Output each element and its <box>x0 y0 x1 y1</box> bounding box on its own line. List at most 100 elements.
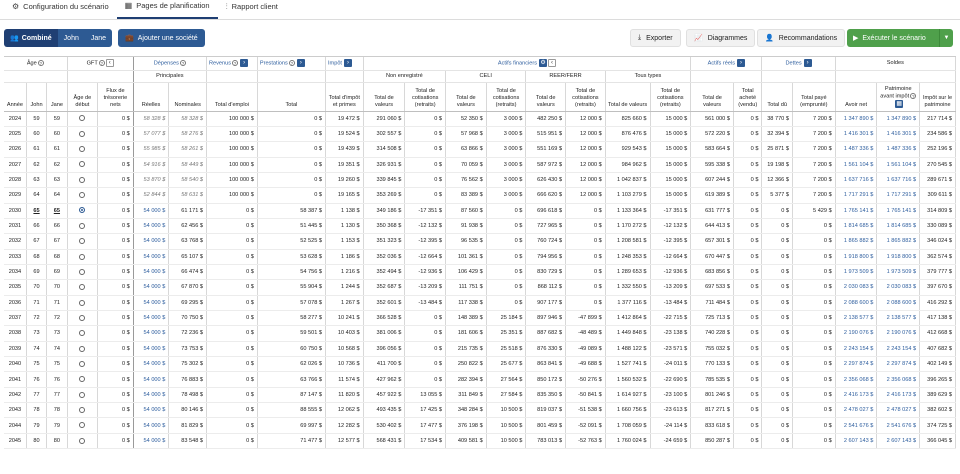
tab-client-report[interactable]: ⫶ Rapport client <box>218 0 286 19</box>
radio-icon[interactable] <box>79 222 86 229</box>
expand-icon[interactable]: › <box>803 59 812 67</box>
start-age-radio[interactable] <box>67 310 99 327</box>
radio-icon[interactable] <box>79 314 86 321</box>
start-age-radio[interactable] <box>67 141 99 158</box>
expand-icon[interactable]: › <box>344 59 352 67</box>
start-age-radio[interactable] <box>67 233 99 250</box>
start-age-radio[interactable] <box>67 295 99 311</box>
person-john-button[interactable]: John <box>57 29 85 47</box>
tax-header[interactable]: Impôt › <box>325 57 364 71</box>
collapse-icon[interactable]: ‹ <box>105 59 114 67</box>
charts-button[interactable]: 📈 Diagrammes <box>686 29 756 47</box>
start-age-radio[interactable] <box>67 356 99 373</box>
start-age-radio[interactable] <box>67 249 99 265</box>
expand-icon[interactable]: › <box>737 59 746 67</box>
table-cell: 54 000 $ <box>133 433 170 450</box>
start-age-radio[interactable] <box>67 433 99 450</box>
real-assets-header[interactable]: Actifs réels › <box>690 57 763 71</box>
radio-icon[interactable] <box>79 330 86 337</box>
expand-icon[interactable]: › <box>240 59 249 67</box>
radio-icon[interactable] <box>79 299 86 306</box>
start-age-radio[interactable] <box>67 279 99 296</box>
table-cell: -49 089 $ <box>565 341 606 358</box>
radio-icon[interactable] <box>79 176 86 183</box>
table-cell: 69 <box>26 264 48 281</box>
radio-icon[interactable] <box>79 406 86 413</box>
calculator-icon[interactable]: ▦ <box>895 100 904 109</box>
col-jane: Jane <box>46 82 68 112</box>
radio-icon[interactable] <box>79 192 86 199</box>
tab-configuration[interactable]: ⚙ Configuration du scénario <box>4 0 117 19</box>
start-age-radio[interactable] <box>67 371 99 388</box>
table-cell: 100 000 $ <box>206 157 258 173</box>
table-cell: 830 729 $ <box>525 264 567 281</box>
tab-planning-pages[interactable]: ▦ Pages de planification <box>116 0 218 19</box>
start-age-radio[interactable] <box>67 402 99 419</box>
chevron-down-icon[interactable]: ▼ <box>939 29 953 47</box>
radio-icon[interactable] <box>79 360 86 367</box>
radio-icon[interactable] <box>79 422 86 429</box>
table-cell: 51 445 $ <box>257 218 327 235</box>
table-cell: 63 766 $ <box>257 371 327 388</box>
start-age-radio[interactable] <box>67 387 99 404</box>
radio-icon[interactable] <box>79 146 86 153</box>
table-cell: 12 000 $ <box>565 172 606 189</box>
add-company-button[interactable]: 💼 Ajouter une société <box>118 29 205 47</box>
settings-icon[interactable]: ⚙ <box>539 59 548 67</box>
start-age-radio[interactable] <box>67 264 99 281</box>
collapse-icon[interactable]: ‹ <box>548 59 557 67</box>
start-age-radio[interactable] <box>67 417 99 434</box>
table-cell: 2024 <box>4 111 27 127</box>
start-age-radio[interactable] <box>67 341 99 358</box>
table-cell: 0 $ <box>565 264 606 281</box>
table-cell: 825 660 $ <box>605 111 651 127</box>
start-age-radio[interactable] <box>67 126 99 143</box>
col-real-values: Total de valeurs <box>690 82 734 112</box>
financial-assets-header[interactable]: Actifs financiers ⚙ ‹ <box>363 57 692 71</box>
radio-icon[interactable] <box>79 253 86 260</box>
start-age-radio[interactable] <box>67 187 99 204</box>
table-cell: 311 849 $ <box>445 387 487 404</box>
radio-icon[interactable] <box>79 238 86 245</box>
expenses-header[interactable]: Dépenses? <box>133 57 207 71</box>
table-cell: 0 $ <box>733 233 763 250</box>
start-age-radio[interactable] <box>67 218 99 235</box>
radio-icon[interactable] <box>79 345 86 352</box>
person-combined-button[interactable]: 👥 Combiné <box>4 29 58 47</box>
table-cell: 0 $ <box>733 356 763 373</box>
person-jane-button[interactable]: Jane <box>84 29 113 47</box>
table-cell: 1 377 116 $ <box>605 295 651 311</box>
radio-icon[interactable] <box>79 268 86 275</box>
table-cell: 0 $ <box>761 325 793 342</box>
radio-icon[interactable] <box>79 161 86 168</box>
radio-icon[interactable] <box>79 115 86 122</box>
table-cell: 0 $ <box>792 233 836 250</box>
table-row: 2045 80 80 0 $54 000 $83 548 $0 $71 477 $12… <box>4 433 956 450</box>
table-cell: 0 $ <box>97 126 134 143</box>
start-age-radio[interactable] <box>67 111 99 127</box>
radio-icon[interactable] <box>79 207 86 214</box>
debts-header[interactable]: Dettes › <box>761 57 836 71</box>
start-age-radio[interactable] <box>67 172 99 189</box>
expand-icon[interactable]: › <box>296 59 305 67</box>
start-age-radio[interactable] <box>67 157 99 173</box>
export-button[interactable]: ⤓ Exporter <box>630 29 681 47</box>
table-cell: 0 $ <box>97 433 134 450</box>
table-cell: 850 172 $ <box>525 371 567 388</box>
start-age-radio[interactable] <box>67 325 99 342</box>
radio-icon[interactable] <box>79 391 86 398</box>
run-scenario-button[interactable]: ▶ Exécuter le scénario ▼ <box>847 29 953 47</box>
radio-icon[interactable] <box>79 130 86 137</box>
recommendations-button[interactable]: 👤 Recommandations <box>757 29 846 47</box>
table-cell: 1 186 $ <box>325 249 364 265</box>
radio-icon[interactable] <box>79 376 86 383</box>
benefits-header[interactable]: Prestations? › <box>257 57 327 71</box>
income-header[interactable]: Revenus? › <box>206 57 258 71</box>
table-cell: 0 $ <box>206 341 258 358</box>
table-cell: -13 484 $ <box>650 295 692 311</box>
radio-icon[interactable] <box>79 284 86 291</box>
col-debt-owed: Total dû <box>761 82 793 112</box>
table-cell: 2 030 083 $ <box>835 279 878 296</box>
start-age-radio[interactable] <box>67 203 99 219</box>
radio-icon[interactable] <box>79 437 86 444</box>
